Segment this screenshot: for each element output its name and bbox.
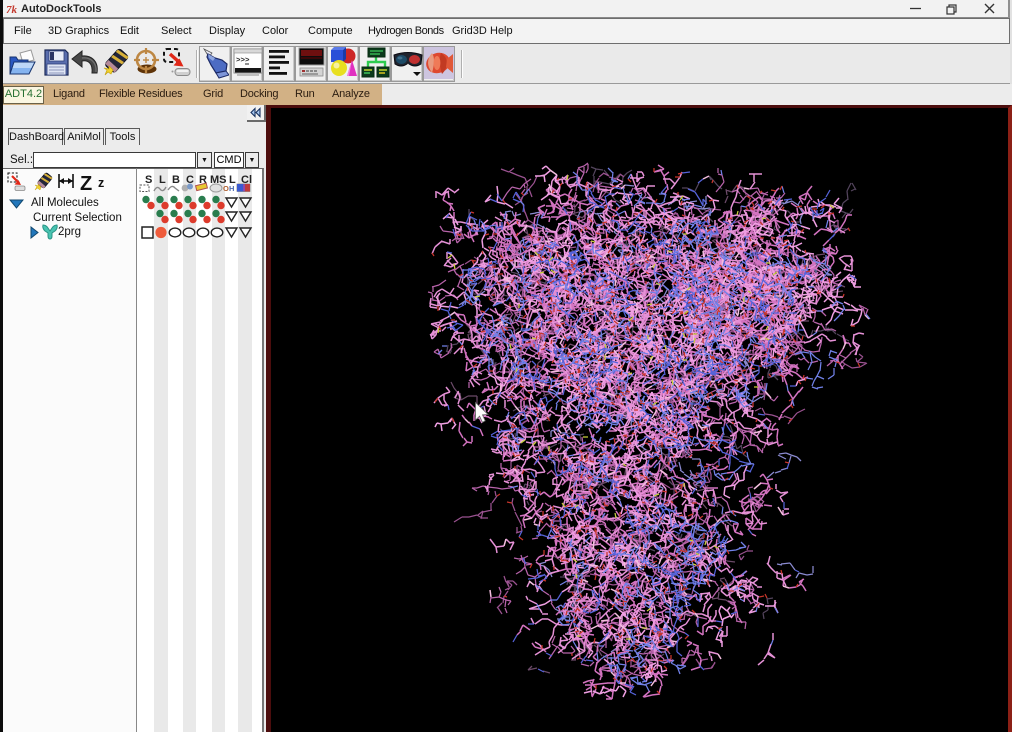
svg-text:7k: 7k bbox=[6, 4, 18, 15]
svg-text:z: z bbox=[98, 176, 104, 190]
svg-text:H: H bbox=[229, 184, 234, 193]
svg-text:Z: Z bbox=[80, 173, 92, 195]
